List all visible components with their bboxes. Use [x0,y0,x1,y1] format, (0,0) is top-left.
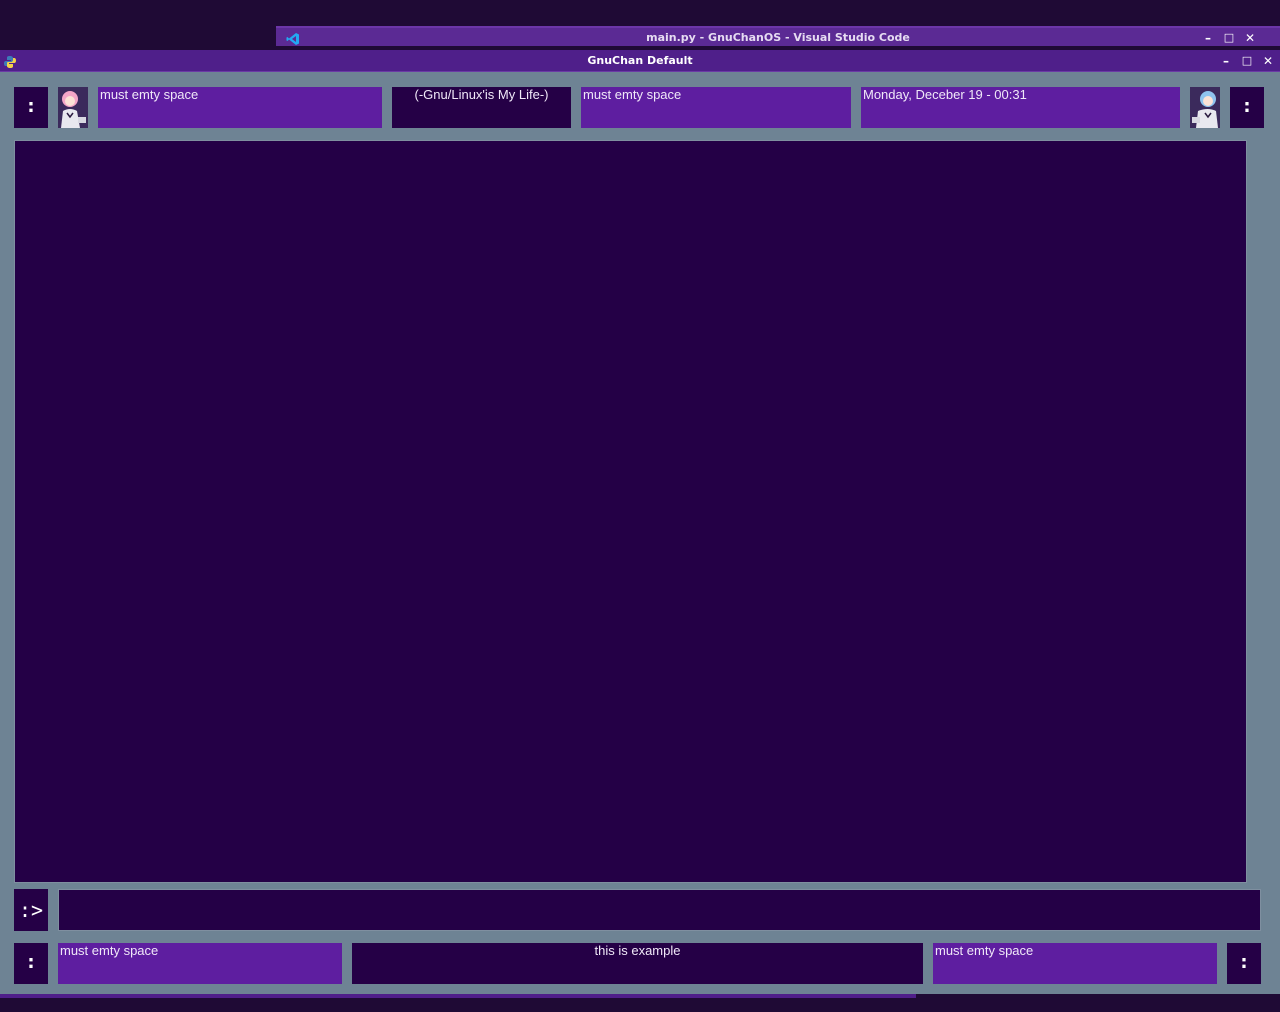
clock-label: Monday, Deceber 19 - 00:31 [861,87,1180,128]
bottom-cell-left: must emty space [58,943,342,984]
app-window-body: : must emty space (-Gnu/Linux'is My Life… [0,72,1280,994]
app-titlebar[interactable]: GnuChan Default – □ ✕ [0,50,1280,72]
minimize-button[interactable]: – [1198,28,1218,48]
background-window-title: main.py - GnuChanOS - Visual Studio Code [646,31,910,44]
background-window-titlebar[interactable]: main.py - GnuChanOS - Visual Studio Code… [276,26,1280,46]
close-button[interactable]: ✕ [1258,51,1278,71]
main-output-area[interactable] [14,140,1247,883]
bottom-cell-center: this is example [352,943,923,984]
pink-hair-avatar-icon [58,87,88,128]
menu-left-button[interactable]: : [14,87,48,128]
bottom-menu-right-button[interactable]: : [1227,943,1261,984]
prompt-label: :> [14,889,48,931]
command-input[interactable] [58,889,1261,931]
taskbar-accent [0,994,916,998]
maximize-button[interactable]: □ [1219,28,1239,48]
bottom-menu-left-button[interactable]: : [14,943,48,984]
close-button[interactable]: ✕ [1240,28,1260,48]
bottom-cell-right: must emty space [933,943,1217,984]
maximize-button[interactable]: □ [1237,51,1257,71]
window-title: GnuChan Default [587,54,693,67]
top-cell-left: must emty space [98,87,382,128]
minimize-button[interactable]: – [1216,51,1236,71]
menu-right-button[interactable]: : [1230,87,1264,128]
blue-hair-avatar-icon [1190,87,1220,128]
slogan-label: (-Gnu/Linux'is My Life-) [392,87,571,128]
top-cell-middle: must emty space [581,87,851,128]
